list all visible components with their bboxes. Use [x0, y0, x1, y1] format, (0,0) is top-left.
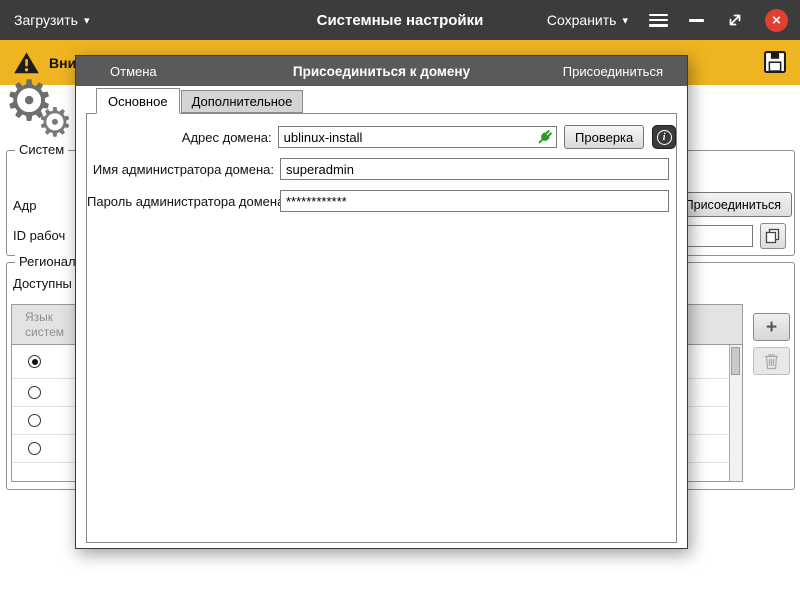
save-menu-button[interactable]: Сохранить ▾ — [547, 12, 628, 28]
minimize-button[interactable] — [689, 11, 705, 29]
hamburger-menu-button[interactable] — [649, 14, 668, 27]
workstation-id-label: ID рабоч — [13, 228, 65, 243]
domain-address-input-wrap — [278, 126, 557, 148]
radio-button[interactable] — [28, 442, 41, 455]
dialog-tabs: Основное Дополнительное — [76, 86, 687, 113]
tab-main[interactable]: Основное — [96, 88, 180, 114]
save-menu-label: Сохранить — [547, 12, 617, 28]
gear-icon: ⚙ — [37, 103, 73, 143]
screen: Загрузить ▾ Системные настройки Сохранит… — [0, 0, 800, 600]
dialog-cancel-button[interactable]: Отмена — [110, 64, 157, 79]
admin-password-label: Пароль администратора домена: — [87, 194, 280, 209]
hamburger-bar — [649, 19, 668, 22]
admin-password-input[interactable] — [280, 190, 669, 212]
join-button[interactable]: Присоединиться — [674, 192, 792, 217]
trash-icon — [764, 353, 779, 370]
hamburger-bar — [649, 24, 668, 27]
admin-name-label: Имя администратора домена: — [87, 162, 280, 177]
dialog-content: Адрес домена: Проверка i — [86, 113, 677, 543]
dialog-titlebar: Отмена Присоединиться к домену Присоедин… — [76, 56, 687, 86]
system-group-label: Систем — [15, 142, 68, 157]
regional-group-label: Регионал — [15, 254, 80, 269]
table-scrollbar[interactable] — [729, 345, 742, 481]
caret-down-icon: ▾ — [622, 14, 628, 27]
expand-button[interactable] — [726, 11, 744, 29]
close-button[interactable]: × — [765, 9, 788, 32]
scrollbar-thumb[interactable] — [731, 347, 740, 375]
window-title: Системные настройки — [317, 12, 484, 29]
expand-icon — [726, 11, 744, 29]
admin-name-input[interactable] — [280, 158, 669, 180]
add-button[interactable]: + — [753, 313, 790, 341]
load-menu-label: Загрузить — [14, 12, 78, 28]
copy-button[interactable] — [760, 223, 786, 249]
top-toolbar: Загрузить ▾ Системные настройки Сохранит… — [0, 0, 800, 40]
load-menu-button[interactable]: Загрузить ▾ — [14, 12, 89, 28]
plus-icon: + — [766, 318, 777, 337]
toolbar-right-group: Сохранить ▾ × — [547, 9, 788, 32]
domain-address-input[interactable] — [278, 126, 557, 148]
copy-icon — [765, 228, 781, 244]
save-to-disk-button[interactable] — [758, 45, 792, 79]
close-icon: × — [772, 12, 781, 29]
caret-down-icon: ▾ — [84, 14, 90, 27]
minimize-icon — [689, 19, 704, 22]
dialog-title: Присоединиться к домену — [293, 64, 470, 79]
admin-name-row: Имя администратора домена: — [87, 158, 676, 180]
floppy-icon — [762, 49, 788, 75]
info-icon: i — [657, 130, 672, 145]
dialog-join-button[interactable]: Присоединиться — [563, 64, 663, 79]
available-label: Доступны — [13, 276, 72, 291]
domain-address-label: Адрес домена: — [87, 130, 278, 145]
admin-password-row: Пароль администратора домена: — [87, 190, 676, 212]
check-button[interactable]: Проверка — [564, 125, 644, 149]
tab-additional[interactable]: Дополнительное — [181, 90, 304, 113]
radio-button[interactable] — [28, 355, 41, 368]
join-domain-dialog: Отмена Присоединиться к домену Присоедин… — [75, 55, 688, 549]
radio-button[interactable] — [28, 414, 41, 427]
hamburger-bar — [649, 14, 668, 17]
delete-button[interactable] — [753, 347, 790, 375]
info-button[interactable]: i — [652, 125, 676, 149]
radio-button[interactable] — [28, 386, 41, 399]
address-label: Адр — [13, 198, 37, 213]
domain-address-row: Адрес домена: Проверка i — [87, 126, 676, 148]
